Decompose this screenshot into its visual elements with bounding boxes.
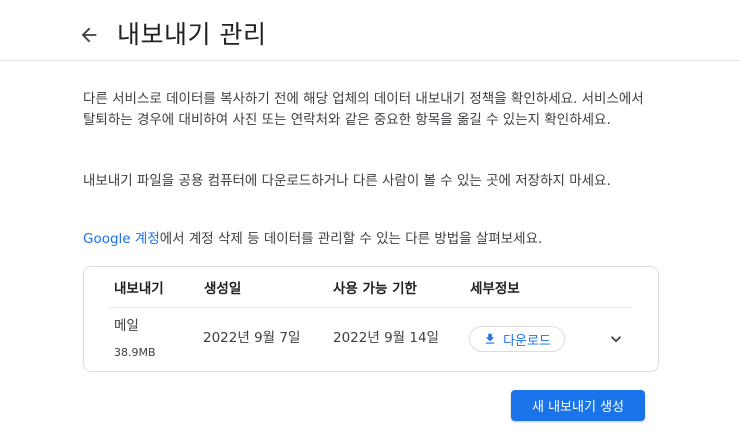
info-paragraph-manage: Google 계정에서 계정 삭제 등 데이터를 관리할 수 있는 다른 방법을… xyxy=(83,229,659,250)
column-header-details: 세부정보 xyxy=(470,281,520,297)
export-size: 38.9MB xyxy=(114,346,156,359)
back-button[interactable] xyxy=(78,24,100,46)
download-button-label: 다운로드 xyxy=(503,333,551,349)
download-button[interactable]: 다운로드 xyxy=(469,326,565,352)
expand-row-button[interactable] xyxy=(606,329,626,349)
info-paragraph-public-computer: 내보내기 파일을 공용 컴퓨터에 다운로드하거나 다른 사람이 볼 수 있는 곳… xyxy=(83,173,611,189)
google-account-link[interactable]: Google 계정 xyxy=(83,231,160,247)
info-paragraph-policy: 다른 서비스로 데이터를 복사하기 전에 해당 업체의 데이터 내보내기 정책을… xyxy=(83,91,644,128)
export-name: 메일 xyxy=(114,318,139,334)
chevron-down-icon xyxy=(611,336,621,343)
exports-table: 내보내기 생성일 사용 가능 기한 세부정보 메일 38.9MB 2022년 9… xyxy=(83,266,659,372)
column-header-expires: 사용 가능 기한 xyxy=(333,281,417,297)
download-icon xyxy=(485,333,495,344)
export-expiry-date: 2022년 9월 14일 xyxy=(333,330,439,346)
create-export-button[interactable]: 새 내보내기 생성 xyxy=(511,390,645,421)
export-created-date: 2022년 9월 7일 xyxy=(203,330,301,346)
column-header-created: 생성일 xyxy=(204,281,242,297)
arrow-left-icon xyxy=(81,27,97,43)
info-paragraph-manage-text: 에서 계정 삭제 등 데이터를 관리할 수 있는 다른 방법을 살펴보세요. xyxy=(159,231,543,247)
column-header-export: 내보내기 xyxy=(114,281,164,297)
page-title: 내보내기 관리 xyxy=(117,20,267,49)
page-header: 내보내기 관리 xyxy=(0,0,740,61)
header-divider xyxy=(109,307,633,308)
